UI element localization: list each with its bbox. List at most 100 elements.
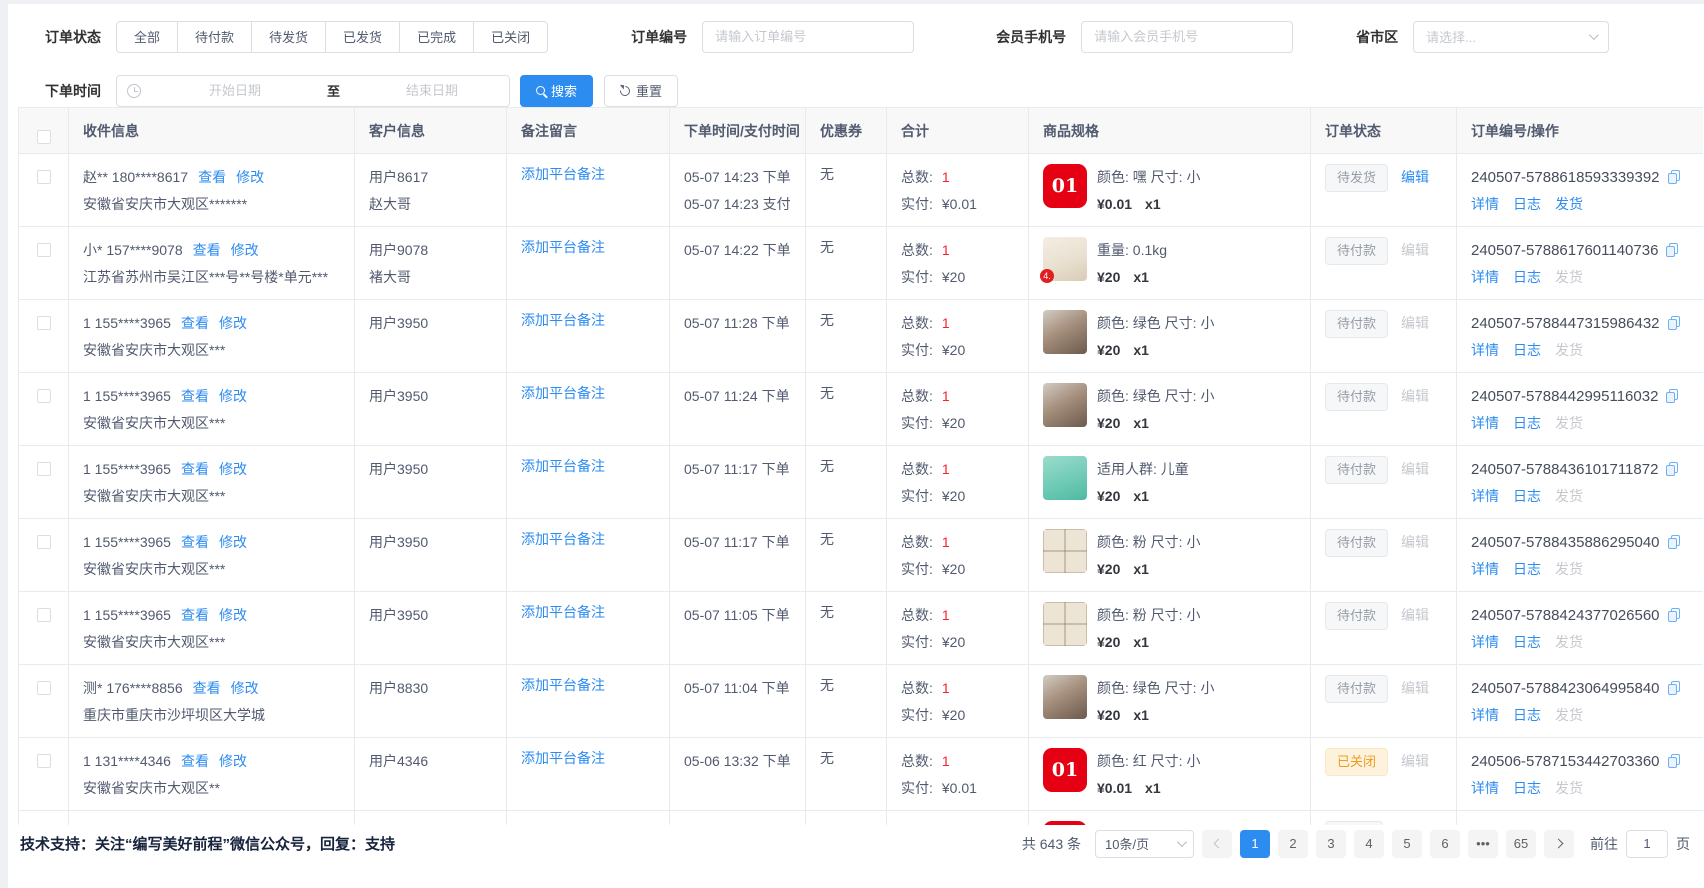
copy-icon[interactable] (1666, 462, 1678, 476)
date-range-picker[interactable]: 至 (116, 75, 510, 107)
modify-link[interactable]: 修改 (219, 461, 247, 477)
date-range-separator: 至 (323, 81, 344, 100)
row-checkbox[interactable] (37, 535, 51, 549)
product-image: 01 (1043, 748, 1087, 792)
add-note-link[interactable]: 添加平台备注 (521, 604, 605, 620)
status-filter-pending-shipment[interactable]: 待发货 (251, 21, 326, 53)
header-status: 订单状态 (1311, 108, 1457, 154)
view-link[interactable]: 查看 (193, 242, 221, 258)
copy-icon[interactable] (1668, 535, 1680, 549)
row-checkbox[interactable] (37, 170, 51, 184)
total-count: 1 (942, 169, 950, 185)
modify-link[interactable]: 修改 (231, 680, 259, 696)
row-checkbox[interactable] (37, 681, 51, 695)
copy-icon[interactable] (1668, 754, 1680, 768)
add-note-link[interactable]: 添加平台备注 (521, 312, 605, 328)
page-button-65[interactable]: 65 (1506, 830, 1536, 858)
row-checkbox[interactable] (37, 462, 51, 476)
modify-link[interactable]: 修改 (219, 315, 247, 331)
product-spec: 颜色: 绿色 尺寸: 小 (1097, 310, 1214, 337)
member-phone-input[interactable] (1081, 21, 1293, 53)
view-link[interactable]: 查看 (181, 607, 209, 623)
region-select[interactable]: 请选择... (1413, 21, 1609, 53)
modify-link[interactable]: 修改 (219, 607, 247, 623)
row-checkbox[interactable] (37, 754, 51, 768)
log-link[interactable]: 日志 (1513, 707, 1541, 723)
edit-status-link[interactable]: 编辑 (1401, 169, 1429, 185)
detail-link[interactable]: 详情 (1471, 342, 1499, 358)
detail-link[interactable]: 详情 (1471, 269, 1499, 285)
copy-icon[interactable] (1666, 243, 1678, 257)
log-link[interactable]: 日志 (1513, 488, 1541, 504)
add-note-link[interactable]: 添加平台备注 (521, 385, 605, 401)
modify-link[interactable]: 修改 (236, 169, 264, 185)
log-link[interactable]: 日志 (1513, 780, 1541, 796)
prev-page-button[interactable] (1202, 830, 1232, 858)
view-link[interactable]: 查看 (193, 680, 221, 696)
copy-icon[interactable] (1666, 389, 1678, 403)
row-checkbox[interactable] (37, 608, 51, 622)
log-link[interactable]: 日志 (1513, 634, 1541, 650)
page-button-1[interactable]: 1 (1240, 830, 1270, 858)
search-button[interactable]: 搜索 (520, 75, 593, 107)
copy-icon[interactable] (1668, 681, 1680, 695)
log-link[interactable]: 日志 (1513, 415, 1541, 431)
row-checkbox[interactable] (37, 243, 51, 257)
log-link[interactable]: 日志 (1513, 269, 1541, 285)
detail-link[interactable]: 详情 (1471, 634, 1499, 650)
select-all-checkbox[interactable] (37, 130, 51, 144)
more-pages-button[interactable]: ••• (1468, 830, 1498, 858)
modify-link[interactable]: 修改 (231, 242, 259, 258)
modify-link[interactable]: 修改 (219, 753, 247, 769)
add-note-link[interactable]: 添加平台备注 (521, 677, 605, 693)
total-count: 1 (942, 242, 950, 258)
copy-icon[interactable] (1668, 316, 1680, 330)
goto-page-input[interactable] (1626, 830, 1668, 858)
page-button-2[interactable]: 2 (1278, 830, 1308, 858)
add-note-link[interactable]: 添加平台备注 (521, 458, 605, 474)
copy-icon[interactable] (1668, 170, 1680, 184)
copy-icon[interactable] (1668, 608, 1680, 622)
add-note-link[interactable]: 添加平台备注 (521, 750, 605, 766)
add-note-link[interactable]: 添加平台备注 (521, 166, 605, 182)
page-size-select[interactable]: 10条/页 (1095, 830, 1194, 858)
detail-link[interactable]: 详情 (1471, 196, 1499, 212)
detail-link[interactable]: 详情 (1471, 415, 1499, 431)
modify-link[interactable]: 修改 (219, 534, 247, 550)
add-note-link[interactable]: 添加平台备注 (521, 239, 605, 255)
log-link[interactable]: 日志 (1513, 561, 1541, 577)
table-row: 1 155****3965查看修改安徽省安庆市大观区*** 用户3950 添加平… (19, 592, 1704, 665)
view-link[interactable]: 查看 (198, 169, 226, 185)
detail-link[interactable]: 详情 (1471, 488, 1499, 504)
row-checkbox[interactable] (37, 389, 51, 403)
row-checkbox[interactable] (37, 316, 51, 330)
modify-link[interactable]: 修改 (219, 388, 247, 404)
detail-link[interactable]: 详情 (1471, 780, 1499, 796)
next-page-button[interactable] (1544, 830, 1574, 858)
view-link[interactable]: 查看 (181, 534, 209, 550)
status-filter-shipped[interactable]: 已发货 (325, 21, 400, 53)
status-filter-pending-payment[interactable]: 待付款 (177, 21, 252, 53)
page-button-4[interactable]: 4 (1354, 830, 1384, 858)
status-filter-closed[interactable]: 已关闭 (473, 21, 548, 53)
customer-id: 用户3950 (369, 602, 498, 629)
log-link[interactable]: 日志 (1513, 342, 1541, 358)
page-button-5[interactable]: 5 (1392, 830, 1422, 858)
view-link[interactable]: 查看 (181, 753, 209, 769)
status-filter-all[interactable]: 全部 (116, 21, 178, 53)
ship-link[interactable]: 发货 (1555, 196, 1583, 212)
page-button-6[interactable]: 6 (1430, 830, 1460, 858)
end-date-input[interactable] (344, 83, 520, 98)
log-link[interactable]: 日志 (1513, 196, 1541, 212)
detail-link[interactable]: 详情 (1471, 561, 1499, 577)
reset-button[interactable]: 重置 (604, 75, 678, 107)
view-link[interactable]: 查看 (181, 388, 209, 404)
view-link[interactable]: 查看 (181, 461, 209, 477)
status-filter-completed[interactable]: 已完成 (399, 21, 474, 53)
add-note-link[interactable]: 添加平台备注 (521, 531, 605, 547)
order-no-input[interactable] (702, 21, 914, 53)
detail-link[interactable]: 详情 (1471, 707, 1499, 723)
page-button-3[interactable]: 3 (1316, 830, 1346, 858)
start-date-input[interactable] (147, 83, 323, 98)
view-link[interactable]: 查看 (181, 315, 209, 331)
